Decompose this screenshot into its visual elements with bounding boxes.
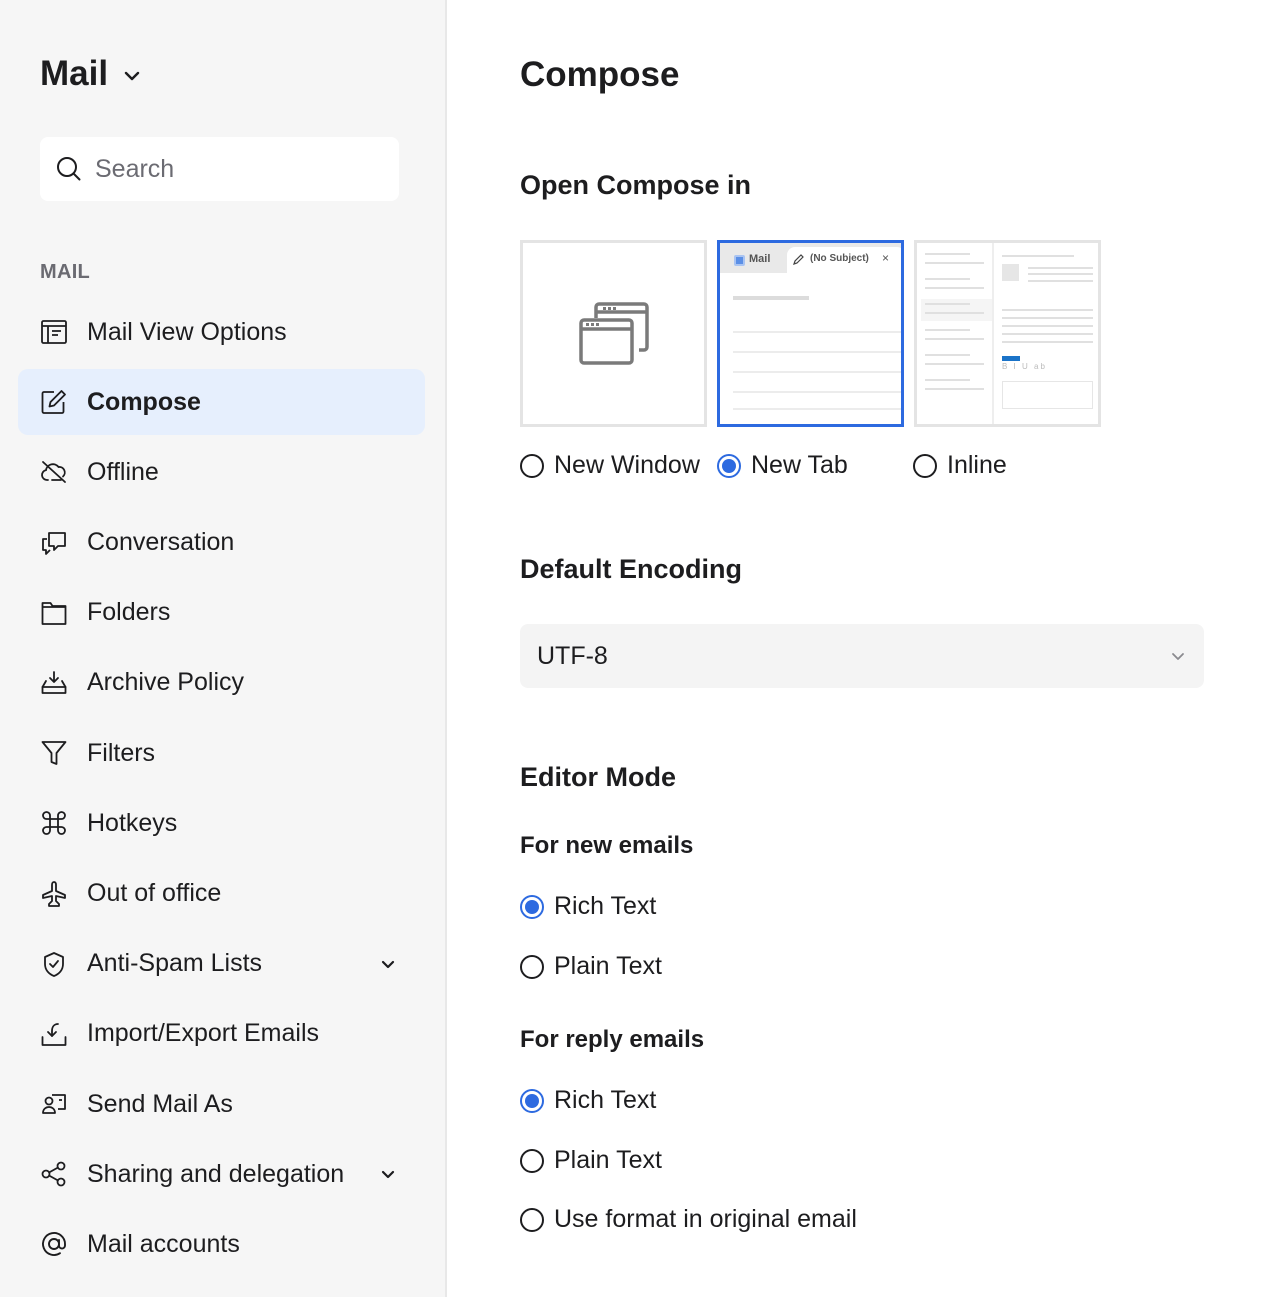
- radio-new-tab[interactable]: New Tab: [717, 451, 848, 480]
- at-icon: [40, 1230, 68, 1258]
- command-key-icon: [40, 809, 68, 837]
- radio-new-rich-text[interactable]: Rich Text: [520, 892, 656, 921]
- sidebar-item-import-export-emails[interactable]: Import/Export Emails: [18, 1001, 425, 1067]
- sidebar-item-send-mail-as[interactable]: Send Mail As: [18, 1071, 425, 1137]
- user-card-icon: [40, 1090, 68, 1118]
- sidebar-item-label: Archive Policy: [87, 668, 244, 697]
- sidebar: Mail MAIL Mail View Options Compose Offl…: [0, 0, 447, 1297]
- preview-format-toolbar: B I U ab: [1002, 362, 1047, 371]
- open-compose-heading: Open Compose in: [520, 170, 752, 200]
- sidebar-item-label: Mail View Options: [87, 317, 287, 346]
- sidebar-item-hotkeys[interactable]: Hotkeys: [18, 790, 425, 856]
- preview-inline[interactable]: B I U ab: [914, 240, 1101, 427]
- chevron-down-icon[interactable]: [379, 955, 397, 973]
- sidebar-item-label: Conversation: [87, 528, 235, 557]
- sidebar-item-out-of-office[interactable]: Out of office: [18, 861, 425, 927]
- radio-button[interactable]: [520, 1207, 544, 1232]
- cloud-off-icon: [40, 458, 68, 486]
- sidebar-item-archive-policy[interactable]: Archive Policy: [18, 650, 425, 716]
- radio-new-window[interactable]: New Window: [520, 451, 700, 480]
- radio-button[interactable]: [520, 453, 544, 478]
- chevron-down-icon: [124, 71, 140, 81]
- chevron-down-icon[interactable]: [379, 1165, 397, 1183]
- preview-new-window[interactable]: [520, 240, 707, 427]
- preview-tab-no-subject: (No Subject): [810, 253, 869, 264]
- search-icon: [57, 157, 81, 181]
- new-emails-heading: For new emails: [520, 832, 694, 859]
- chevron-down-icon: [1172, 653, 1184, 660]
- sidebar-item-label: Folders: [87, 598, 171, 627]
- preview-tab-close: ×: [882, 251, 890, 265]
- sidebar-item-anti-spam-lists[interactable]: Anti-Spam Lists: [18, 931, 425, 997]
- default-encoding-heading: Default Encoding: [520, 554, 742, 584]
- sidebar-item-label: Mail accounts: [87, 1229, 240, 1258]
- app-title: Mail: [40, 54, 109, 93]
- archive-icon: [40, 669, 68, 697]
- sidebar-item-label: Send Mail As: [87, 1089, 233, 1118]
- layout-icon: [40, 318, 68, 346]
- search-box[interactable]: [40, 137, 399, 201]
- radio-reply-original-format[interactable]: Use format in original email: [520, 1205, 857, 1234]
- radio-reply-rich-text[interactable]: Rich Text: [520, 1086, 656, 1115]
- sidebar-item-label: Out of office: [87, 879, 222, 907]
- compose-icon: [40, 388, 68, 416]
- encoding-select[interactable]: UTF-8: [520, 624, 1204, 688]
- import-icon: [40, 1020, 68, 1048]
- radio-button[interactable]: [520, 954, 544, 979]
- section-label-mail: MAIL: [40, 261, 91, 283]
- sidebar-item-label: Import/Export Emails: [87, 1019, 320, 1048]
- sidebar-item-mail-accounts[interactable]: Mail accounts: [18, 1211, 425, 1277]
- radio-new-plain-text[interactable]: Plain Text: [520, 952, 662, 981]
- sidebar-item-label: Hotkeys: [87, 808, 178, 837]
- radio-button[interactable]: [913, 453, 937, 478]
- radio-inline[interactable]: Inline: [913, 451, 1007, 480]
- preview-tab-mail: Mail: [749, 253, 771, 265]
- encoding-value: UTF-8: [537, 641, 608, 670]
- sidebar-item-label: Anti-Spam Lists: [87, 949, 263, 978]
- editor-mode-heading: Editor Mode: [520, 762, 676, 792]
- settings-nav: Mail View Options Compose Offline Conver…: [18, 299, 425, 1282]
- page-title: Compose: [520, 55, 680, 94]
- radio-button[interactable]: [717, 453, 741, 478]
- share-icon: [40, 1160, 68, 1188]
- airplane-icon: [40, 880, 68, 908]
- pencil-icon: [793, 254, 804, 265]
- shield-check-icon: [40, 950, 68, 978]
- sidebar-item-folders[interactable]: Folders: [18, 580, 425, 646]
- main-content: Compose Open Compose in Mail (No Subject…: [449, 0, 1276, 1297]
- compose-mode-previews: Mail (No Subject) × B I U ab: [520, 240, 1101, 427]
- sidebar-item-label: Filters: [87, 738, 156, 767]
- sidebar-item-conversation[interactable]: Conversation: [18, 510, 425, 576]
- radio-button[interactable]: [520, 1148, 544, 1173]
- sidebar-item-sharing-and-delegation[interactable]: Sharing and delegation: [18, 1141, 425, 1207]
- reply-emails-heading: For reply emails: [520, 1026, 705, 1053]
- radio-button[interactable]: [520, 894, 544, 919]
- conversation-icon: [40, 529, 68, 557]
- sidebar-item-label: Offline: [87, 457, 159, 486]
- folder-icon: [40, 599, 68, 627]
- preview-new-tab[interactable]: Mail (No Subject) ×: [717, 240, 904, 427]
- sidebar-item-mail-view-options[interactable]: Mail View Options: [18, 299, 425, 365]
- mail-tab-icon: [734, 255, 745, 266]
- sidebar-item-filters[interactable]: Filters: [18, 720, 425, 786]
- search-input[interactable]: [95, 154, 375, 184]
- sidebar-item-compose[interactable]: Compose: [18, 369, 425, 436]
- radio-reply-plain-text[interactable]: Plain Text: [520, 1146, 662, 1175]
- filter-icon: [40, 739, 68, 767]
- app-switcher[interactable]: Mail: [40, 54, 142, 94]
- sidebar-item-offline[interactable]: Offline: [18, 439, 425, 505]
- windows-icon: [579, 302, 649, 365]
- sidebar-item-label: Compose: [87, 387, 201, 416]
- radio-button[interactable]: [520, 1088, 544, 1113]
- sidebar-item-label: Sharing and delegation: [87, 1159, 345, 1188]
